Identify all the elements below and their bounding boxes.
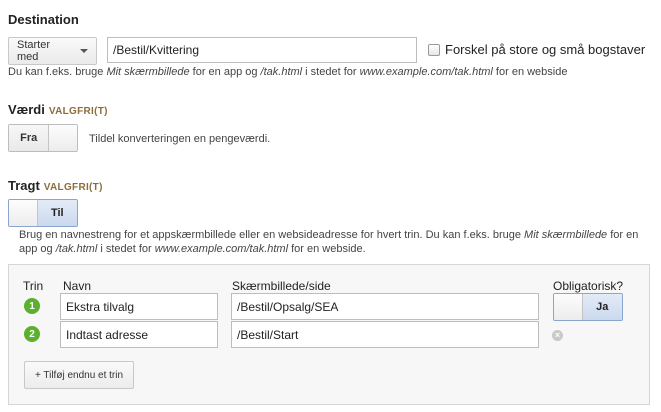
match-type-dropdown[interactable]: Starter med [8, 37, 97, 65]
step-number-badge: 2 [24, 326, 40, 342]
value-hint: Tildel konverteringen en pengeværdi. [89, 133, 271, 145]
step-name-input[interactable] [60, 321, 218, 348]
toggle-knob [9, 200, 38, 226]
step-number-badge: 1 [24, 298, 40, 314]
match-type-value: Starter med [17, 39, 51, 63]
step-screen-input[interactable] [231, 321, 539, 348]
toggle-knob [48, 125, 77, 151]
required-toggle-label: Ja [582, 294, 622, 320]
destination-hint: Du kan f.eks. bruge Mit skærmbillede for… [8, 66, 568, 78]
optional-badge: VALGFRI(T) [48, 106, 108, 117]
step-name-input[interactable] [60, 293, 218, 320]
destination-heading: Destination [8, 12, 79, 27]
toggle-knob [554, 294, 583, 320]
destination-input[interactable] [107, 37, 417, 63]
optional-badge: VALGFRI(T) [43, 182, 103, 193]
column-screen: Skærmbillede/side [232, 279, 331, 293]
value-heading: Værdi VALGFRI(T) [8, 102, 108, 117]
remove-step-icon[interactable]: × [552, 330, 563, 341]
value-toggle[interactable]: Fra [8, 124, 78, 152]
chevron-down-icon [80, 49, 88, 53]
funnel-heading: Tragt VALGFRI(T) [8, 178, 103, 193]
step-screen-input[interactable] [231, 293, 539, 320]
required-toggle[interactable]: Ja [553, 293, 623, 321]
funnel-toggle[interactable]: Til [8, 199, 78, 227]
column-name: Navn [63, 279, 92, 293]
case-sensitive-checkbox[interactable] [428, 44, 440, 56]
funnel-hint: Brug en navnestreng for et appskærmbille… [19, 229, 639, 255]
column-required: Obligatorisk? [553, 279, 624, 293]
case-sensitive-label: Forskel på store og små bogstaver [445, 42, 646, 57]
funnel-toggle-label: Til [37, 200, 77, 226]
add-step-button[interactable]: + Tilføj endnu et trin [24, 361, 134, 389]
value-toggle-label: Fra [9, 125, 49, 151]
column-step: Trin [23, 279, 44, 293]
